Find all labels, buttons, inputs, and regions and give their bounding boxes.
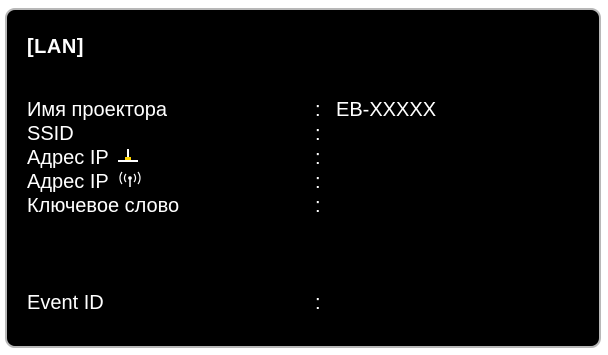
wireless-ip-label: Адрес IP [27,171,109,193]
keyword-colon: : [315,195,321,217]
event-id-colon: : [315,292,321,314]
wireless-ip-row: Адрес IP : [27,170,587,194]
wired-ip-label-group: Адрес IP [27,146,139,171]
event-id-label: Event ID [27,292,104,314]
wired-lan-icon [117,147,139,171]
ssid-colon: : [315,123,321,145]
wired-ip-label: Адрес IP [27,147,109,169]
wireless-ip-label-group: Адрес IP [27,170,143,195]
ssid-label: SSID [27,123,74,145]
wireless-ip-colon: : [315,171,321,193]
keyword-label: Ключевое слово [27,195,180,217]
projector-name-label: Имя проектора [27,99,167,121]
projector-name-value: EB-XXXXX [336,99,437,121]
lan-info-screen: [LAN] Имя проектора : EB-XXXXX SSID : Ад… [5,8,601,348]
wireless-lan-icon [117,171,143,195]
wired-ip-row: Адрес IP : [27,146,587,170]
screen-title: [LAN] [27,36,84,58]
event-id-row: Event ID : [27,291,587,315]
keyword-row: Ключевое слово : [27,194,587,218]
wired-ip-colon: : [315,147,321,169]
ssid-row: SSID : [27,122,587,146]
projector-name-colon: : [315,99,321,121]
projector-name-row: Имя проектора : EB-XXXXX [27,98,587,122]
